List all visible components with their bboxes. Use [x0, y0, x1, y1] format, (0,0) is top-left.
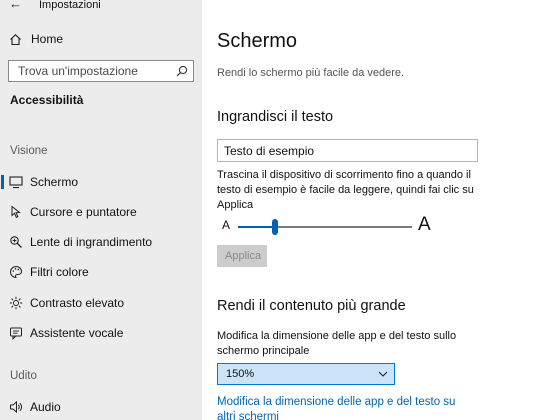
sample-text-box: Testo di esempio: [217, 139, 478, 162]
narrator-icon: [10, 327, 22, 340]
main-content: Schermo Rendi lo schermo più facile da v…: [202, 0, 540, 420]
apply-button-label: Applica: [225, 250, 262, 262]
sidebar-item-lente[interactable]: Lente di ingrandimento: [0, 231, 202, 253]
sidebar-item-audio[interactable]: Audio: [0, 396, 202, 418]
monitor-icon: [9, 176, 23, 189]
color-filter-icon: [10, 265, 23, 279]
title-bar: ← Impostazioni: [0, 0, 202, 14]
search-placeholder: Trova un'impostazione: [18, 64, 138, 78]
other-displays-link[interactable]: Modifica la dimensione delle app e del t…: [217, 395, 457, 420]
text-size-heading: Ingrandisci il testo: [217, 109, 334, 125]
slider-fill: [238, 226, 275, 228]
page-title: Schermo: [217, 30, 298, 52]
slider-max-label: A: [418, 214, 431, 235]
sidebar-item-label: Lente di ingrandimento: [30, 235, 153, 249]
sidebar-item-label: Schermo: [30, 175, 79, 189]
contrast-icon: [9, 296, 23, 310]
sample-text: Testo di esempio: [224, 144, 315, 158]
search-icon[interactable]: [176, 65, 188, 77]
sidebar-item-label: Contrasto elevato: [30, 296, 125, 310]
sidebar-item-label: Filtri colore: [30, 265, 89, 279]
sidebar-item-schermo[interactable]: Schermo: [0, 171, 202, 193]
sidebar-item-assistente[interactable]: Assistente vocale: [0, 322, 202, 344]
group-label-hearing: Udito: [10, 370, 37, 382]
sidebar-item-label: Audio: [30, 400, 61, 414]
back-arrow-icon[interactable]: ←: [9, 0, 22, 11]
selection-indicator: [1, 175, 4, 189]
sidebar-item-cursore[interactable]: Cursore e puntatore: [0, 201, 202, 223]
home-icon: [10, 33, 21, 45]
sidebar-item-label: Cursore e puntatore: [30, 205, 137, 219]
sidebar-item-label: Assistente vocale: [30, 326, 124, 340]
text-size-slider[interactable]: [238, 226, 412, 228]
scale-dropdown[interactable]: 150%: [217, 363, 395, 385]
sidebar-item-filtri[interactable]: Filtri colore: [0, 261, 202, 283]
sidebar: ← Impostazioni Home Trova un'impostazion…: [0, 0, 202, 420]
scale-instructions: Modifica la dimensione delle app e del t…: [217, 330, 457, 357]
page-description: Rendi lo schermo più facile da vedere.: [217, 67, 405, 79]
chevron-down-icon: [378, 371, 388, 377]
magnifier-icon: [10, 236, 22, 248]
section-title: Accessibilità: [10, 93, 84, 107]
slider-min-label: A: [222, 218, 231, 232]
scale-heading: Rendi il contenuto più grande: [217, 298, 406, 314]
speaker-icon: [10, 400, 22, 414]
text-size-instructions: Trascina il dispositivo di scorrimento f…: [217, 169, 474, 211]
apply-button[interactable]: Applica: [217, 245, 267, 267]
search-input[interactable]: Trova un'impostazione: [8, 60, 194, 82]
scale-dropdown-value: 150%: [226, 368, 255, 380]
home-link[interactable]: Home: [9, 30, 63, 48]
app-title: Impostazioni: [39, 0, 101, 11]
home-label: Home: [31, 32, 64, 46]
sidebar-item-contrasto[interactable]: Contrasto elevato: [0, 292, 202, 314]
group-label-vision: Visione: [10, 145, 48, 157]
slider-thumb[interactable]: [271, 219, 278, 235]
cursor-icon: [11, 205, 21, 218]
